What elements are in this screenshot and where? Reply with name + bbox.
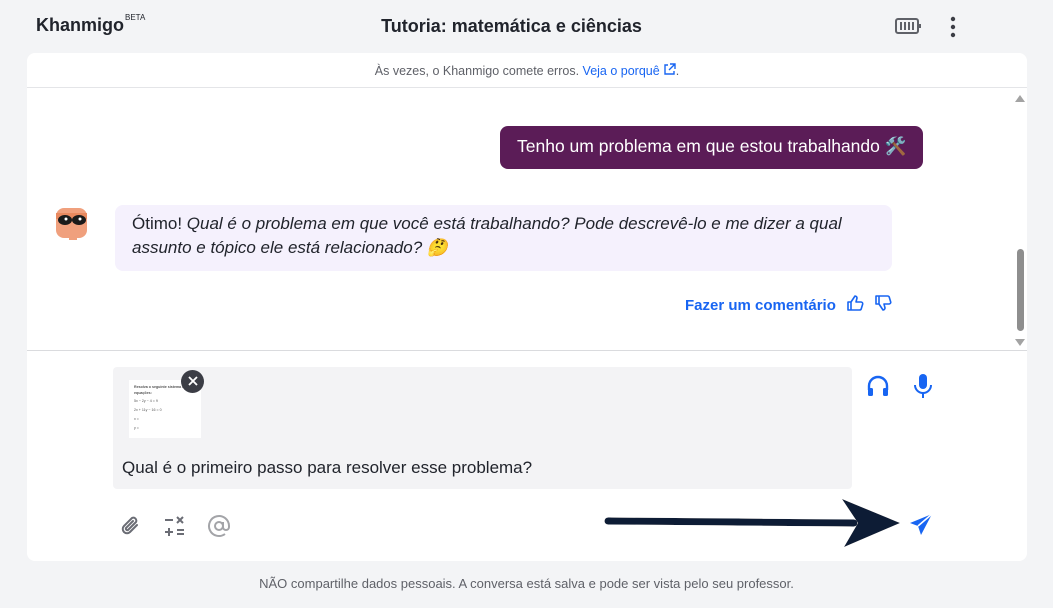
user-message: Tenho um problema em que estou trabalhan…	[500, 126, 923, 169]
feedback-row: Fazer um comentário	[685, 294, 892, 316]
mention-icon[interactable]	[207, 514, 231, 543]
disclaimer-notice: Às vezes, o Khanmigo comete erros. Veja …	[27, 53, 1027, 88]
page-title: Tutoria: matemática e ciências	[381, 16, 642, 36]
bot-message: Ótimo! Qual é o problema em que você est…	[115, 205, 892, 271]
chat-transcript: Tenho um problema em que estou trabalhan…	[27, 89, 1027, 350]
keyboard-icon[interactable]	[894, 17, 922, 40]
attachment-line: 2x + 11y − 16 = 0	[134, 408, 162, 412]
notice-link[interactable]: Veja o porquê	[583, 64, 660, 78]
feedback-link[interactable]: Fazer um comentário	[685, 297, 836, 314]
chat-card: Às vezes, o Khanmigo comete erros. Veja …	[27, 53, 1027, 561]
khanmigo-avatar	[53, 204, 91, 242]
attachment-line: x =	[134, 417, 139, 421]
notice-suffix: .	[675, 64, 680, 78]
bot-message-body: Qual é o problema em que você está traba…	[132, 214, 842, 257]
annotation-arrow	[604, 495, 904, 556]
composer-divider	[27, 350, 1027, 351]
close-icon	[187, 376, 198, 386]
privacy-footer: NÃO compartilhe dados pessoais. A conver…	[259, 576, 794, 591]
headphones-icon[interactable]	[866, 374, 890, 403]
math-symbols-icon[interactable]	[163, 514, 187, 543]
attachment-line: 5x − 2y − 4 = 9	[134, 399, 158, 403]
more-vertical-icon[interactable]	[945, 16, 961, 43]
message-composer[interactable]: Resolva o seguinte sistema de equações: …	[113, 367, 852, 489]
send-icon[interactable]	[907, 511, 935, 544]
attachment-line: y =	[134, 426, 139, 430]
top-bar: KhanmigoBETA Tutoria: matemática e ciênc…	[0, 0, 1053, 53]
thumbs-up-icon[interactable]	[846, 294, 864, 316]
thumbs-down-icon[interactable]	[874, 294, 892, 316]
scroll-thumb[interactable]	[1017, 249, 1024, 331]
notice-text: Às vezes, o Khanmigo comete erros.	[374, 64, 580, 78]
remove-attachment-button[interactable]	[181, 370, 204, 393]
attach-file-icon[interactable]	[120, 514, 142, 543]
external-link-icon[interactable]	[660, 63, 676, 78]
scroll-down-arrow-icon[interactable]	[1015, 339, 1025, 346]
microphone-icon[interactable]	[912, 373, 934, 404]
chat-scrollbar[interactable]	[1013, 89, 1027, 350]
message-input[interactable]: Qual é o primeiro passo para resolver es…	[122, 458, 532, 478]
bot-message-prefix: Ótimo!	[132, 214, 187, 233]
scroll-up-arrow-icon[interactable]	[1015, 95, 1025, 102]
